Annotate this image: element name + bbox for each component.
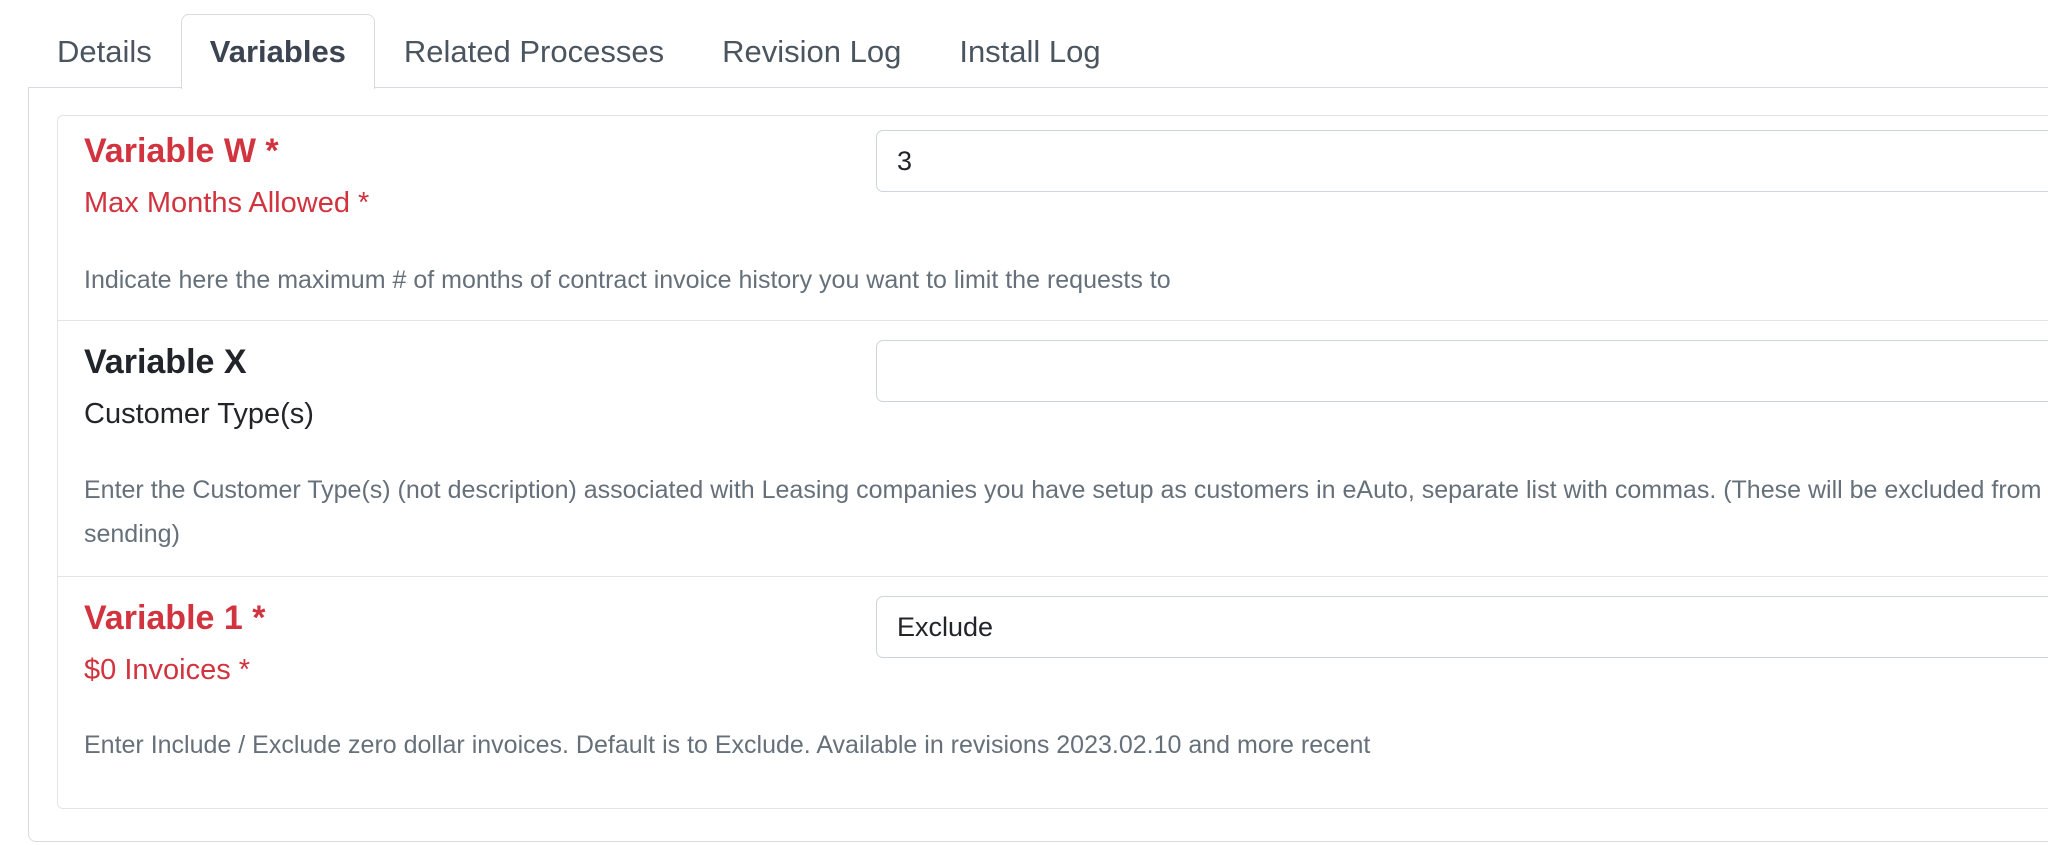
tab-bar: Details Variables Related Processes Revi… xyxy=(28,14,1130,89)
variable-title: Variable W * xyxy=(84,132,279,170)
tab-revision-log[interactable]: Revision Log xyxy=(693,14,930,88)
variable-item-x: Variable X Customer Type(s) Enter the Cu… xyxy=(58,321,2048,577)
variable-item-1: Variable 1 * $0 Invoices * Enter Include… xyxy=(58,577,2048,808)
variables-panel: Variable W * Max Months Allowed * Indica… xyxy=(28,87,2048,842)
variable-description: Indicate here the maximum # of months of… xyxy=(84,266,1171,294)
tab-install-log[interactable]: Install Log xyxy=(930,14,1129,88)
tab-details[interactable]: Details xyxy=(28,14,181,88)
customer-types-input[interactable] xyxy=(876,340,2048,402)
variable-label: Customer Type(s) xyxy=(84,398,314,430)
variable-description: Enter Include / Exclude zero dollar invo… xyxy=(84,731,1371,759)
variable-label: Max Months Allowed * xyxy=(84,187,370,219)
variable-title: Variable 1 * xyxy=(84,599,266,637)
tab-related-processes[interactable]: Related Processes xyxy=(375,14,693,88)
zero-invoices-input[interactable] xyxy=(876,596,2048,658)
variables-list: Variable W * Max Months Allowed * Indica… xyxy=(57,115,2048,809)
variable-description: Enter the Customer Type(s) (not descript… xyxy=(84,476,2042,548)
tab-variables[interactable]: Variables xyxy=(180,14,375,89)
max-months-input[interactable] xyxy=(876,130,2048,192)
variable-label: $0 Invoices * xyxy=(84,654,251,686)
variable-title: Variable X xyxy=(84,343,247,381)
variable-item-w: Variable W * Max Months Allowed * Indica… xyxy=(58,116,2048,321)
